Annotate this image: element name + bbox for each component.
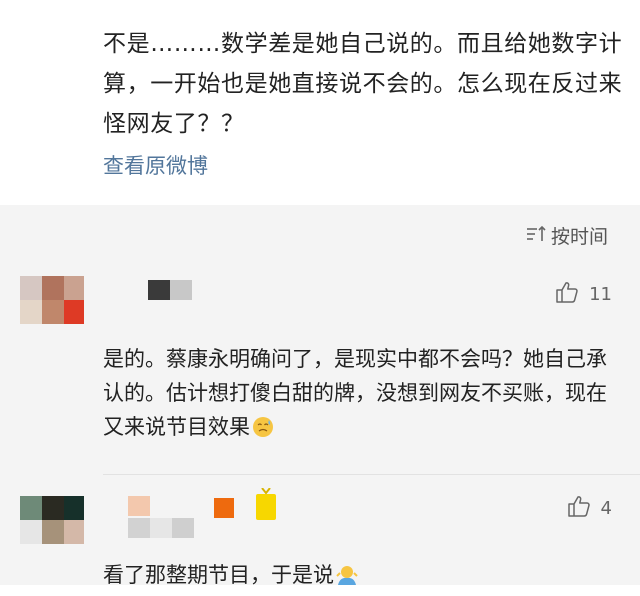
comment-text: 看了那整期节目，于是说 xyxy=(103,558,623,596)
post-text: 不是………数学差是她自己说的。而且给她数字计算，一开始也是她直接说不会的。怎么现… xyxy=(103,31,623,137)
original-post: 不是………数学差是她自己说的。而且给她数字计算，一开始也是她直接说不会的。怎么现… xyxy=(0,0,640,205)
sweat-face-emoji xyxy=(252,414,274,448)
badge-icon xyxy=(214,498,234,518)
view-original-link[interactable]: 查看原微博 xyxy=(103,150,208,180)
sort-by-time-button[interactable]: 按时间 xyxy=(525,222,608,249)
comment-text: 是的。蔡康永明确问了，是现实中都不会吗？她自己承认的。估计想打傻白甜的牌，没想到… xyxy=(103,342,623,448)
sort-icon xyxy=(525,224,547,248)
like-button[interactable]: 4 xyxy=(567,494,612,522)
avatar[interactable] xyxy=(20,496,84,544)
sort-label: 按时间 xyxy=(550,226,608,248)
medal-icon xyxy=(254,487,278,526)
avatar[interactable] xyxy=(20,276,84,324)
like-count: 4 xyxy=(600,497,612,519)
comment-body: 是的。蔡康永明确问了，是现实中都不会吗？她自己承认的。估计想打傻白甜的牌，没想到… xyxy=(103,347,607,439)
like-count: 11 xyxy=(589,283,612,305)
thumbs-up-icon xyxy=(555,280,579,308)
like-button[interactable]: 11 xyxy=(555,280,612,308)
divider xyxy=(103,474,640,475)
thumbs-up-icon xyxy=(567,494,591,522)
shrug-emoji xyxy=(336,562,358,596)
comment-body: 看了那整期节目，于是说 xyxy=(103,563,334,587)
